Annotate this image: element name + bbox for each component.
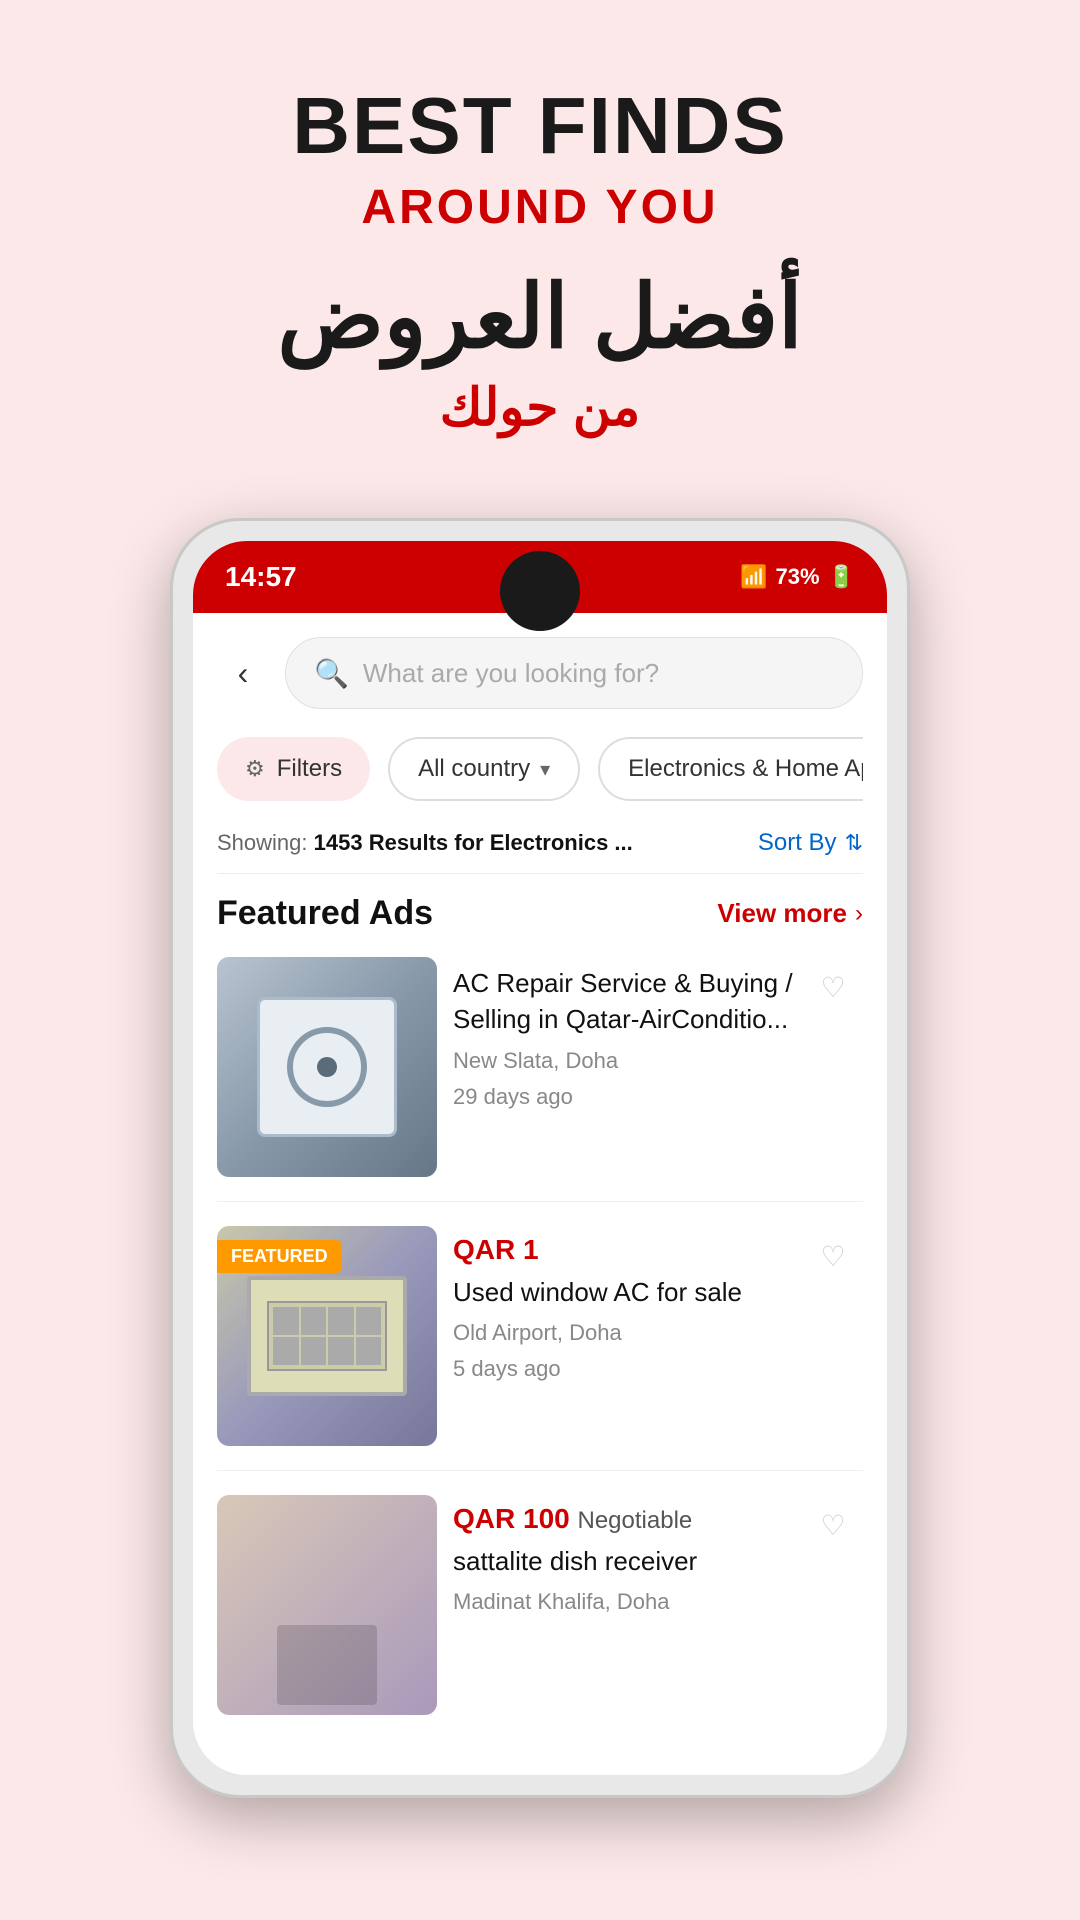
back-arrow-icon: ‹: [238, 655, 249, 692]
category-dropdown[interactable]: Electronics & Home Applia...: [598, 737, 863, 801]
results-row: Showing: 1453 Results for Electronics ..…: [217, 829, 863, 874]
sort-button[interactable]: Sort By ⇅: [758, 829, 863, 857]
listing-price: QAR 100 Negotiable: [453, 1503, 847, 1535]
camera-notch: [500, 551, 580, 631]
status-icons: 📶 73% 🔋: [740, 564, 855, 590]
listing-info: QAR 100 Negotiable sattalite dish receiv…: [437, 1495, 863, 1715]
sort-label: Sort By: [758, 829, 837, 857]
ac-unit-image: [217, 957, 437, 1177]
listing-card[interactable]: QAR 100 Negotiable sattalite dish receiv…: [217, 1495, 863, 1727]
listing-title: sattalite dish receiver: [453, 1543, 847, 1579]
listing-title: Used window AC for sale: [453, 1274, 847, 1310]
results-info: Showing: 1453 Results for Electronics ..…: [217, 830, 633, 856]
listing-card[interactable]: FEATURED QAR 1 Used window AC for sale O…: [217, 1226, 863, 1471]
heart-icon: ♡: [820, 1240, 845, 1273]
view-more-label: View more: [717, 898, 847, 929]
chevron-right-icon: ›: [855, 900, 863, 928]
battery-icon: 🔋: [828, 564, 855, 590]
back-button[interactable]: ‹: [217, 647, 269, 699]
heart-icon: ♡: [820, 971, 845, 1004]
results-count: 1453 Results for Electronics ...: [314, 830, 633, 855]
battery-text: 73%: [776, 564, 820, 590]
filters-button[interactable]: ⚙ Filters: [217, 737, 370, 801]
listing-location: Old Airport, Doha: [453, 1320, 847, 1346]
filter-row: ⚙ Filters All country ▾ Electronics & Ho…: [217, 737, 863, 801]
favorite-button[interactable]: ♡: [809, 1232, 857, 1280]
listing-price: QAR 1: [453, 1234, 847, 1266]
filters-label: Filters: [277, 755, 342, 783]
country-label: All country: [418, 755, 530, 783]
listing-card[interactable]: AC Repair Service & Buying / Selling in …: [217, 957, 863, 1202]
listing-image: FEATURED: [217, 1226, 437, 1446]
listing-image: [217, 957, 437, 1177]
filter-icon: ⚙: [245, 756, 265, 782]
favorite-button[interactable]: ♡: [809, 1501, 857, 1549]
ac-fan: [287, 1027, 367, 1107]
hero-subtitle-ar: من حولك: [40, 378, 1040, 438]
hero-title-ar: أفضل العروض: [40, 265, 1040, 368]
phone-screen: 14:57 📶 73% 🔋 ‹ 🔍 What are you: [193, 541, 887, 1775]
favorite-button[interactable]: ♡: [809, 963, 857, 1011]
featured-badge: FEATURED: [217, 1240, 342, 1273]
phone-wrapper: 14:57 📶 73% 🔋 ‹ 🔍 What are you: [170, 518, 910, 1798]
section-title: Featured Ads: [217, 894, 433, 933]
listing-info: QAR 1 Used window AC for sale Old Airpor…: [437, 1226, 863, 1446]
search-input[interactable]: What are you looking for?: [363, 658, 659, 689]
featured-ads-header: Featured Ads View more ›: [217, 894, 863, 933]
phone-frame: 14:57 📶 73% 🔋 ‹ 🔍 What are you: [170, 518, 910, 1798]
country-dropdown[interactable]: All country ▾: [388, 737, 580, 801]
ac-unit-inner: [257, 997, 397, 1137]
category-label: Electronics & Home Applia...: [628, 755, 863, 782]
listing-time: 29 days ago: [453, 1084, 847, 1110]
status-time: 14:57: [225, 561, 297, 593]
status-bar: 14:57 📶 73% 🔋: [193, 541, 887, 613]
app-content: ‹ 🔍 What are you looking for? ⚙ Filters …: [193, 613, 887, 1775]
listing-location: Madinat Khalifa, Doha: [453, 1589, 847, 1615]
search-input-container[interactable]: 🔍 What are you looking for?: [285, 637, 863, 709]
sort-icon: ⇅: [845, 830, 863, 856]
listing-location: New Slata, Doha: [453, 1048, 847, 1074]
negotiable-label: Negotiable: [578, 1507, 693, 1534]
wifi-icon: 📶: [740, 564, 767, 590]
hero-section: BEST FINDS AROUND YOU أفضل العروض من حول…: [0, 0, 1080, 478]
hero-subtitle-en: AROUND YOU: [40, 180, 1040, 235]
chevron-down-icon: ▾: [540, 757, 550, 782]
search-icon: 🔍: [314, 657, 349, 690]
listing-title: AC Repair Service & Buying / Selling in …: [453, 965, 847, 1038]
listing-image: [217, 1495, 437, 1715]
search-row: ‹ 🔍 What are you looking for?: [217, 637, 863, 709]
showing-text: Showing: 1453 Results for Electronics ..…: [217, 830, 633, 855]
hero-title-en: BEST FINDS: [40, 80, 1040, 172]
listing-time: 5 days ago: [453, 1356, 847, 1382]
listing-info: AC Repair Service & Buying / Selling in …: [437, 957, 863, 1177]
view-more-button[interactable]: View more ›: [717, 898, 863, 929]
heart-icon: ♡: [820, 1509, 845, 1542]
satellite-image: [217, 1495, 437, 1715]
